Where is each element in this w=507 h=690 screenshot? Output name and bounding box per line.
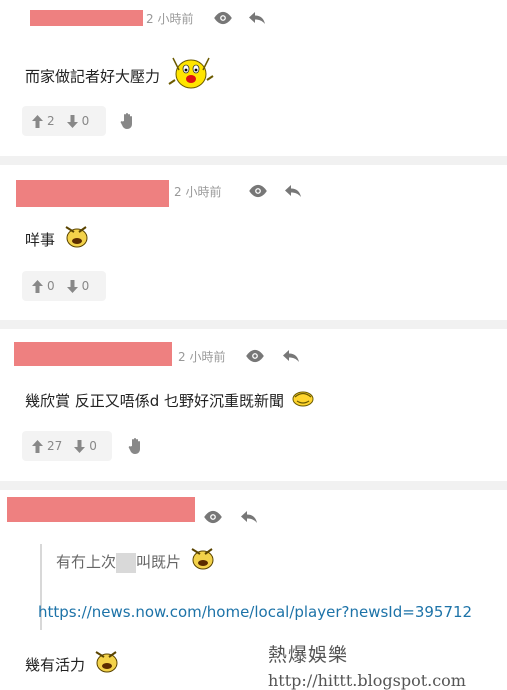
vote-box: 27 0	[22, 431, 112, 461]
post-time: 2 小時前	[178, 350, 226, 364]
upvote-count: 27	[47, 439, 63, 453]
redacted-word	[116, 552, 137, 573]
hand-icon[interactable]	[120, 112, 136, 130]
vote-box: 0 0	[22, 271, 106, 301]
reply-icon[interactable]	[248, 11, 266, 25]
post-1: 2 小時前 而家做記者好大壓力 2 0	[0, 0, 507, 156]
post-divider	[0, 156, 507, 165]
downvote-count: 0	[89, 439, 97, 453]
emoji-icon	[65, 225, 88, 247]
redacted-username	[14, 342, 172, 366]
vote-box: 2 0	[22, 106, 106, 136]
news-link[interactable]: https://news.now.com/home/local/player?n…	[38, 603, 472, 621]
post-divider	[0, 320, 507, 329]
post-content: 咩事	[25, 225, 90, 250]
upvote-icon[interactable]	[32, 439, 43, 453]
post-content: 幾欣賞 反正又唔係d 乜野好沉重既新聞	[25, 390, 315, 411]
emoji-icon	[191, 547, 214, 569]
downvote-icon[interactable]	[66, 279, 78, 293]
eye-icon[interactable]	[247, 184, 269, 198]
emoji-icon	[292, 391, 314, 406]
watermark-url: http://hittt.blogspot.com	[268, 671, 466, 690]
post-text: 幾有活力	[25, 656, 86, 674]
emoji-icon	[95, 650, 118, 672]
quote-text-end: 叫既片	[136, 553, 182, 571]
post-time: 2 小時前	[174, 185, 222, 199]
eye-icon[interactable]	[212, 11, 234, 25]
post-2: 2 小時前 咩事 0 0	[0, 165, 507, 320]
post-content: 幾有活力	[25, 650, 120, 675]
upvote-count: 0	[47, 279, 55, 293]
reply-icon[interactable]	[282, 349, 300, 363]
post-3: 2 小時前 幾欣賞 反正又唔係d 乜野好沉重既新聞 27 0	[0, 329, 507, 481]
downvote-count: 0	[81, 279, 90, 293]
downvote-count: 0	[81, 114, 90, 128]
redacted-username	[16, 180, 169, 207]
downvote-icon[interactable]	[74, 439, 86, 453]
quote-text: 有冇上次	[56, 553, 117, 571]
hand-icon[interactable]	[128, 437, 144, 455]
post-text: 咩事	[25, 231, 56, 249]
eye-icon[interactable]	[202, 510, 224, 524]
upvote-icon[interactable]	[32, 114, 43, 128]
redacted-username	[7, 497, 195, 522]
upvote-icon[interactable]	[32, 279, 43, 293]
reply-icon[interactable]	[240, 510, 258, 524]
post-content: 而家做記者好大壓力	[25, 57, 215, 90]
emoji-icon	[168, 57, 214, 89]
upvote-count: 2	[47, 114, 55, 128]
quoted-reply: 有冇上次 叫既片	[40, 544, 216, 580]
post-text: 幾欣賞 反正又唔係d 乜野好沉重既新聞	[25, 392, 285, 410]
watermark-title: 熱爆娛樂	[268, 644, 349, 666]
post-text: 而家做記者好大壓力	[25, 67, 161, 86]
post-time: 2 小時前	[146, 12, 194, 26]
redacted-username	[30, 10, 143, 26]
downvote-icon[interactable]	[66, 114, 78, 128]
reply-icon[interactable]	[284, 184, 302, 198]
watermark: 熱爆娛樂 http://hittt.blogspot.com	[268, 640, 466, 690]
post-divider	[0, 481, 507, 490]
eye-icon[interactable]	[244, 349, 266, 363]
